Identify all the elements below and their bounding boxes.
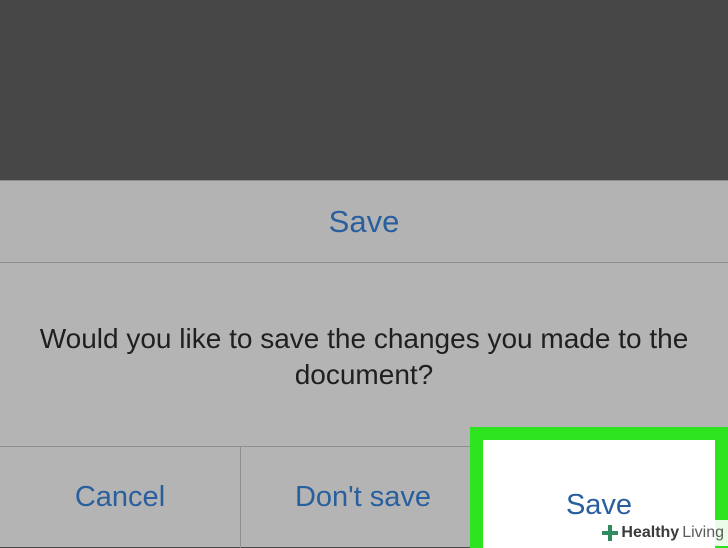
dialog-header: Save: [0, 181, 728, 263]
dimmed-backdrop: [0, 0, 728, 180]
save-button-label: Save: [565, 488, 633, 521]
watermark-brand-bold: Healthy: [621, 524, 680, 541]
cancel-button-label: Cancel: [74, 481, 166, 513]
dont-save-button-label: Don't save: [294, 481, 432, 513]
save-dialog: Save Would you like to save the changes …: [0, 180, 728, 548]
dialog-title: Save: [328, 203, 400, 239]
watermark: Healthy Living: [596, 520, 728, 546]
dialog-message: Would you like to save the changes you m…: [39, 323, 689, 390]
plus-icon: [602, 525, 619, 541]
cancel-button[interactable]: Cancel: [0, 447, 241, 548]
watermark-brand-light: Living: [682, 524, 724, 541]
dont-save-button[interactable]: Don't save: [242, 447, 484, 548]
